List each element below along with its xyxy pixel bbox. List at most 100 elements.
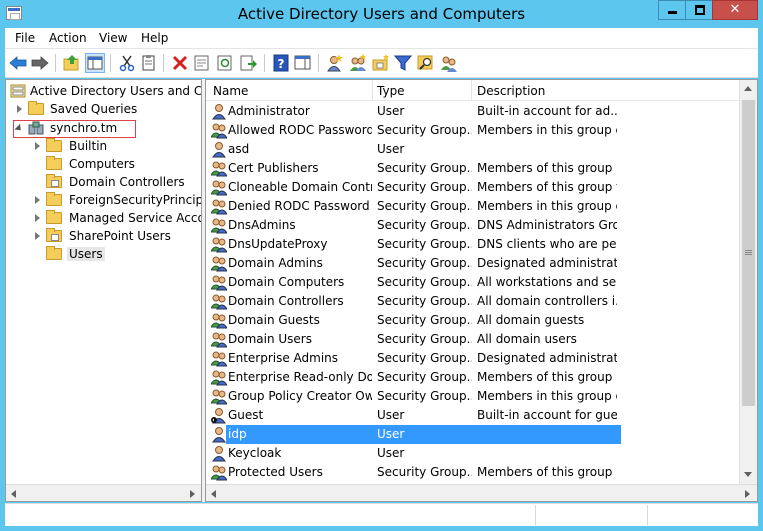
table-row[interactable]: Guest User Built-in account for gue...	[206, 406, 739, 425]
cell-description: Designated administrato...	[477, 256, 617, 270]
vertical-scrollbar[interactable]	[739, 80, 757, 484]
user-disabled-icon	[211, 407, 227, 424]
delete-button[interactable]	[170, 53, 190, 73]
cell-description: All domain guests	[477, 313, 585, 327]
tree-item-label: Domain Controllers	[69, 175, 185, 189]
minimize-button[interactable]	[658, 0, 686, 20]
menu-action[interactable]: Action	[49, 31, 87, 45]
cell-type: User	[377, 408, 405, 422]
table-row[interactable]: DnsAdmins Security Group... DNS Administra…	[206, 216, 739, 235]
status-divider	[535, 505, 536, 525]
show-console-tree-button[interactable]	[85, 53, 105, 73]
table-row[interactable]: asd User	[206, 140, 739, 159]
cell-description: Members in this group c...	[477, 123, 617, 137]
tree-item-builtin[interactable]: Builtin	[6, 137, 201, 155]
properties-button[interactable]	[192, 53, 212, 73]
scroll-right-icon[interactable]	[190, 490, 195, 498]
menu-view[interactable]: View	[99, 31, 127, 45]
table-row[interactable]: Denied RODC Password ... Security Group..…	[206, 197, 739, 216]
svg-text:?: ?	[278, 57, 285, 71]
refresh-icon	[217, 55, 232, 71]
column-header-name[interactable]: Name	[213, 84, 248, 98]
table-row[interactable]: DnsUpdateProxy Security Group... DNS clien…	[206, 235, 739, 254]
up-one-level-button[interactable]	[62, 53, 82, 73]
table-row[interactable]: Enterprise Admins Security Group... Design…	[206, 349, 739, 368]
console-tree[interactable]: Active Directory Users and Com Saved Que…	[5, 79, 202, 502]
cut-button[interactable]	[117, 53, 137, 73]
table-row[interactable]: Domain Computers Security Group... All wor…	[206, 273, 739, 292]
cell-name: Guest	[228, 408, 264, 422]
table-row[interactable]: Domain Admins Security Group... Designated…	[206, 254, 739, 273]
cell-name: Keycloak	[228, 446, 282, 460]
cell-description: Members of this group t...	[477, 180, 617, 194]
find-button[interactable]	[416, 53, 436, 73]
expand-icon[interactable]	[35, 232, 40, 240]
forward-button[interactable]	[30, 53, 50, 73]
column-divider[interactable]	[471, 80, 472, 101]
tree-item-managed-service-accounts[interactable]: Managed Service Accour	[6, 209, 201, 227]
table-row[interactable]: Cloneable Domain Contr... Security Group.…	[206, 178, 739, 197]
help-button[interactable]: ?	[271, 53, 291, 73]
menu-file[interactable]: File	[15, 31, 35, 45]
table-row[interactable]: Domain Users Security Group... All domain …	[206, 330, 739, 349]
horizontal-scrollbar[interactable]	[6, 484, 201, 501]
table-row[interactable]: Allowed RODC Password... Security Group..…	[206, 121, 739, 140]
cell-type: Security Group...	[377, 465, 472, 479]
details-list[interactable]: Name Type Description Administrator User B…	[205, 79, 758, 502]
cell-name: Domain Computers	[228, 275, 345, 289]
new-group-button[interactable]	[348, 53, 368, 73]
back-button[interactable]	[8, 53, 28, 73]
tree-item-users[interactable]: Users	[6, 245, 201, 263]
scroll-down-icon[interactable]	[744, 472, 752, 477]
table-row[interactable]: Group Policy Creator Ow... Security Group…	[206, 387, 739, 406]
security-group-icon	[210, 179, 228, 196]
table-row[interactable]: Domain Controllers Security Group... All d…	[206, 292, 739, 311]
close-button[interactable]: ✕	[712, 0, 758, 20]
column-divider[interactable]	[372, 80, 373, 101]
tree-item-root[interactable]: Active Directory Users and Com	[6, 82, 201, 100]
scroll-left-icon[interactable]	[11, 490, 16, 498]
scroll-up-icon[interactable]	[744, 86, 752, 91]
cell-name: Domain Guests	[228, 313, 320, 327]
horizontal-scrollbar[interactable]	[206, 484, 757, 501]
column-header-type[interactable]: Type	[377, 84, 405, 98]
table-row[interactable]: Enterprise Read-only Do... Security Group…	[206, 368, 739, 387]
tree-item-sharepoint-users[interactable]: SharePoint Users	[6, 227, 201, 245]
expand-icon[interactable]	[35, 214, 40, 222]
toolbar-separator	[264, 54, 265, 72]
action-pane-button[interactable]	[293, 53, 313, 73]
new-ou-button[interactable]	[371, 53, 391, 73]
filter-button[interactable]	[393, 53, 413, 73]
expand-icon[interactable]	[35, 196, 40, 204]
tree-item-computers[interactable]: Computers	[6, 155, 201, 173]
copy-button[interactable]	[139, 53, 159, 73]
security-group-icon	[210, 217, 228, 234]
tree-item-foreign-security-principals[interactable]: ForeignSecurityPrincipals	[6, 191, 201, 209]
help-icon: ?	[273, 54, 289, 72]
scrollbar-thumb[interactable]	[742, 100, 755, 406]
new-user-icon	[327, 54, 343, 72]
add-to-group-button[interactable]	[439, 53, 459, 73]
column-header-description[interactable]: Description	[477, 84, 545, 98]
maximize-button[interactable]	[685, 0, 713, 20]
table-row[interactable]: Protected Users Security Group... Members …	[206, 463, 739, 482]
expand-icon[interactable]	[17, 105, 22, 113]
table-row[interactable]: Domain Guests Security Group... All domain…	[206, 311, 739, 330]
table-row[interactable]: Cert Publishers Security Group... Members …	[206, 159, 739, 178]
export-list-button[interactable]	[238, 53, 258, 73]
toolbar-separator	[55, 54, 56, 72]
tree-item-domain-controllers[interactable]: Domain Controllers	[6, 173, 201, 191]
new-user-button[interactable]	[325, 53, 345, 73]
menu-help[interactable]: Help	[141, 31, 168, 45]
cell-description: Members of this group ...	[477, 370, 617, 384]
tree-item-label: Builtin	[69, 139, 108, 153]
expand-icon[interactable]	[35, 142, 40, 150]
scroll-left-icon[interactable]	[211, 490, 216, 498]
table-row[interactable]: Administrator User Built-in account for ad…	[206, 102, 739, 121]
tree-item-saved-queries[interactable]: Saved Queries	[6, 100, 201, 118]
folder-icon	[46, 138, 62, 152]
table-row[interactable]: idp User	[206, 425, 739, 444]
refresh-button[interactable]	[215, 53, 235, 73]
table-row[interactable]: Keycloak User	[206, 444, 739, 463]
scroll-right-icon[interactable]	[745, 490, 750, 498]
